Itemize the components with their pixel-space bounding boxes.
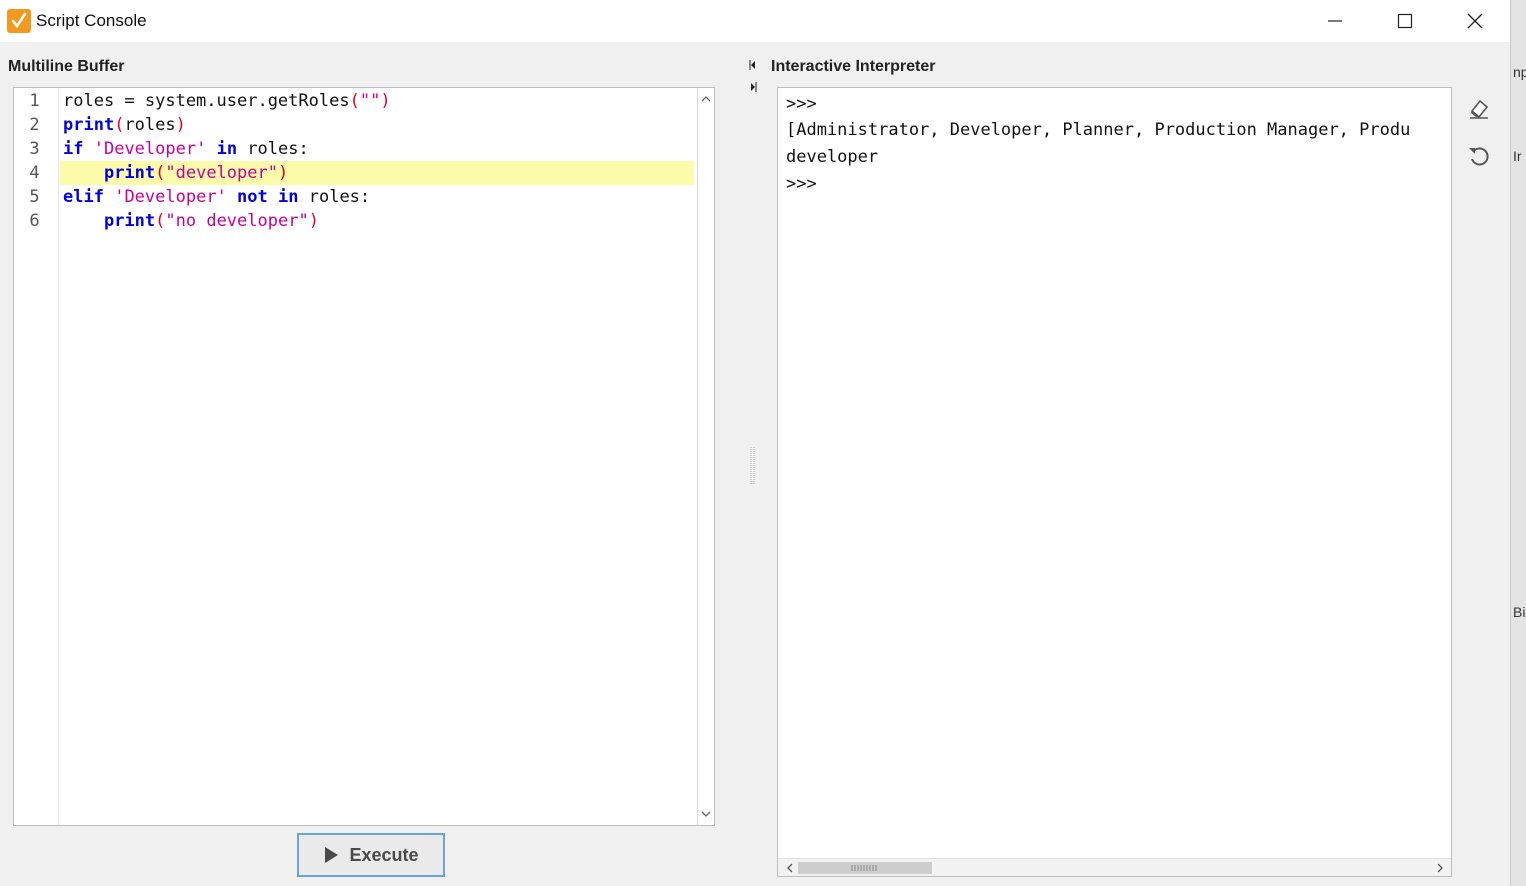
eraser-icon[interactable] bbox=[1466, 96, 1492, 122]
code-line[interactable]: elif 'Developer' not in roles: bbox=[60, 185, 694, 209]
line-number-gutter: 1 2 3 4 5 6 bbox=[14, 88, 59, 825]
code-editor[interactable]: 1 2 3 4 5 6 roles = system.user.getRoles… bbox=[13, 87, 715, 826]
close-icon bbox=[1467, 13, 1483, 29]
play-icon bbox=[325, 847, 339, 863]
console-output-line: developer bbox=[786, 147, 879, 167]
maximize-icon bbox=[1397, 13, 1413, 29]
splitter-grip[interactable] bbox=[749, 447, 757, 485]
reset-icon[interactable] bbox=[1466, 143, 1492, 169]
interactive-interpreter-title: Interactive Interpreter bbox=[771, 58, 936, 75]
line-number: 3 bbox=[29, 139, 40, 159]
interpreter-console[interactable]: >>> [Administrator, Developer, Planner, … bbox=[777, 87, 1452, 877]
console-output-line: [Administrator, Developer, Planner, Prod… bbox=[786, 120, 1411, 140]
code-line[interactable]: if 'Developer' in roles: bbox=[60, 137, 694, 161]
horizontal-scrollbar[interactable] bbox=[778, 858, 1451, 876]
scroll-down-icon[interactable] bbox=[701, 810, 711, 818]
maximize-button[interactable] bbox=[1370, 0, 1440, 42]
edge-fragment: Ir bbox=[1513, 148, 1522, 164]
execute-label: Execute bbox=[349, 844, 419, 865]
minimize-button[interactable] bbox=[1300, 0, 1370, 42]
line-number: 2 bbox=[29, 115, 40, 135]
code-line[interactable]: print("no developer") bbox=[60, 209, 694, 233]
splitter-arrows[interactable] bbox=[747, 58, 759, 98]
code-line[interactable]: print(roles) bbox=[60, 113, 694, 137]
scroll-up-icon[interactable] bbox=[701, 95, 711, 103]
code-area[interactable]: roles = system.user.getRoles("") print(r… bbox=[60, 88, 696, 825]
code-line[interactable]: print("developer") bbox=[60, 161, 694, 185]
scroll-right-icon[interactable] bbox=[1436, 863, 1444, 873]
background-window-edge: np Ir Bi bbox=[1510, 0, 1526, 886]
line-number: 6 bbox=[29, 211, 40, 231]
vertical-scrollbar[interactable] bbox=[697, 88, 714, 825]
scroll-left-icon[interactable] bbox=[786, 863, 794, 873]
line-number: 5 bbox=[29, 187, 40, 207]
minimize-icon bbox=[1328, 20, 1342, 22]
window-title: Script Console bbox=[36, 11, 147, 30]
line-number: 1 bbox=[29, 91, 40, 111]
code-line[interactable]: roles = system.user.getRoles("") bbox=[60, 89, 694, 113]
script-console-icon bbox=[7, 9, 31, 33]
console-prompt: >>> bbox=[786, 174, 817, 194]
title-bar: Script Console bbox=[0, 0, 1510, 42]
line-number: 4 bbox=[29, 163, 40, 183]
execute-button[interactable]: Execute bbox=[297, 833, 445, 877]
close-button[interactable] bbox=[1440, 0, 1510, 42]
edge-fragment: np bbox=[1513, 64, 1526, 80]
console-prompt: >>> bbox=[786, 94, 817, 114]
scroll-thumb[interactable] bbox=[798, 862, 932, 874]
edge-fragment: Bi bbox=[1513, 604, 1526, 620]
multiline-buffer-title: Multiline Buffer bbox=[8, 58, 125, 75]
